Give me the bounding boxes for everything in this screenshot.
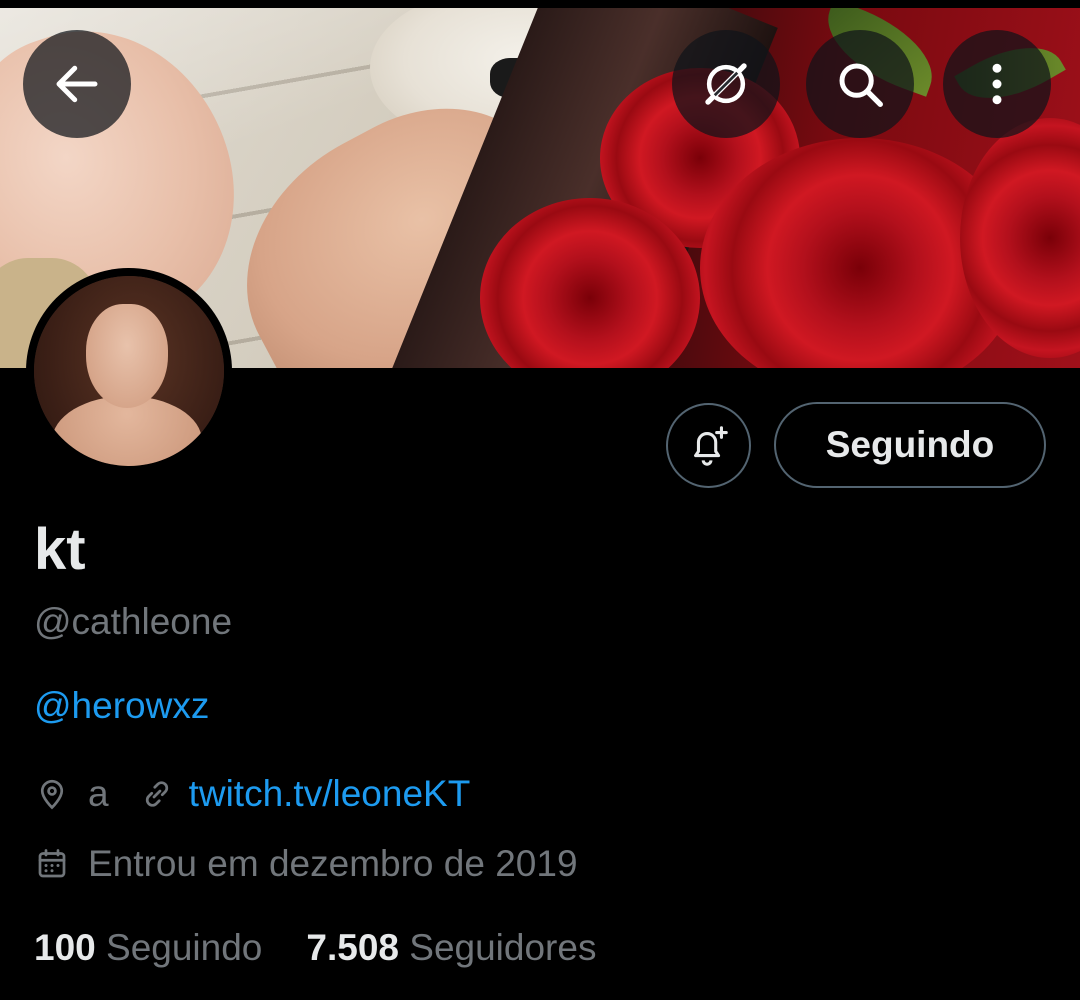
website-link[interactable]: twitch.tv/leoneKT: [189, 772, 471, 816]
location-text: a: [88, 773, 109, 814]
arrow-left-icon: [56, 65, 98, 103]
bio-mention-link[interactable]: @herowxz: [34, 684, 209, 728]
calendar-icon: [38, 849, 66, 878]
profile-page: Seguindo kt @cathleone @herowxz a twitch…: [0, 0, 1080, 1000]
following-stat[interactable]: 100 Seguindo: [34, 926, 262, 970]
followers-count: 7.508: [306, 927, 399, 968]
joined-date: Entrou em dezembro de 2019: [88, 843, 578, 884]
joined-row: Entrou em dezembro de 2019: [34, 842, 578, 886]
profile-meta-row: a twitch.tv/leoneKT: [34, 772, 470, 816]
following-button[interactable]: Seguindo: [774, 402, 1046, 488]
follow-stats: 100 Seguindo 7.508 Seguidores: [34, 926, 596, 970]
avatar[interactable]: [26, 268, 232, 474]
more-vertical-icon: [992, 63, 1002, 105]
following-count: 100: [34, 927, 96, 968]
search-icon: [839, 63, 883, 107]
display-name: kt: [34, 517, 86, 582]
followers-stat[interactable]: 7.508 Seguidores: [306, 926, 596, 970]
bell-plus-icon: [693, 425, 728, 466]
grok-icon: [705, 63, 747, 105]
more-button[interactable]: [943, 30, 1051, 138]
grok-button[interactable]: [672, 30, 780, 138]
back-button[interactable]: [23, 30, 131, 138]
username-handle: @cathleone: [34, 601, 233, 642]
avatar-face: [86, 304, 168, 408]
notifications-button[interactable]: [666, 403, 751, 488]
link-icon: [145, 781, 168, 807]
avatar-image: [34, 276, 224, 466]
following-label: Seguindo: [106, 927, 263, 968]
location-pin-icon: [40, 779, 64, 810]
search-button[interactable]: [806, 30, 914, 138]
followers-label: Seguidores: [409, 927, 597, 968]
